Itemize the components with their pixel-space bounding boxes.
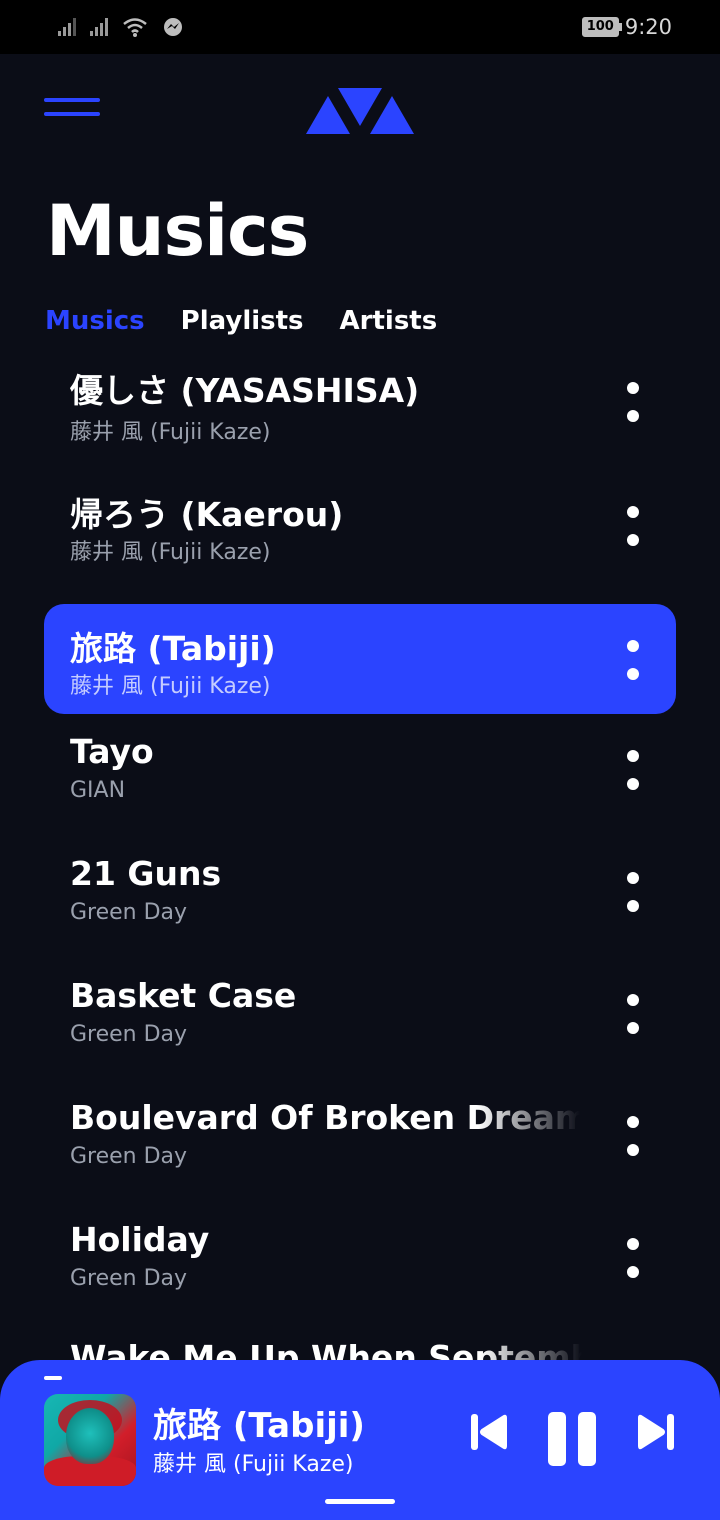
more-vert-icon[interactable] — [626, 382, 640, 422]
more-vert-icon[interactable] — [626, 640, 640, 680]
song-title: Tayo — [70, 732, 154, 771]
song-title: 帰ろう (Kaerou) — [70, 495, 344, 534]
status-bar: 100 9:20 — [0, 0, 720, 54]
page-title: Musics — [46, 190, 309, 272]
skip-next-icon[interactable] — [637, 1412, 675, 1452]
status-icons-right: 100 9:20 — [581, 15, 672, 39]
more-vert-icon[interactable] — [626, 750, 640, 790]
app-logo — [306, 88, 414, 134]
drag-handle[interactable] — [44, 1376, 62, 1380]
battery-indicator: 100 — [581, 17, 622, 37]
song-row[interactable]: Tayo GIAN — [44, 726, 676, 836]
menu-icon[interactable] — [44, 98, 100, 124]
song-artist: Green Day — [70, 900, 188, 925]
tab-musics[interactable]: Musics — [45, 306, 145, 336]
song-title: 優しさ (YASASHISA) — [70, 371, 420, 410]
song-title: Holiday — [70, 1220, 210, 1259]
song-title: Basket Case — [70, 976, 297, 1015]
clock: 9:20 — [624, 15, 672, 39]
song-artist: 藤井 風 (Fujii Kaze) — [70, 420, 271, 445]
more-vert-icon[interactable] — [626, 872, 640, 912]
song-row-active[interactable]: 旅路 (Tabiji) 藤井 風 (Fujii Kaze) — [44, 604, 676, 714]
skip-previous-icon[interactable] — [470, 1412, 508, 1452]
song-row[interactable]: Boulevard Of Broken Dreams Green Day — [44, 1092, 676, 1202]
more-vert-icon[interactable] — [626, 506, 640, 546]
song-artist: GIAN — [70, 778, 126, 803]
song-row[interactable]: 優しさ (YASASHISA) 藤井 風 (Fujii Kaze) — [44, 360, 676, 470]
song-list: 優しさ (YASASHISA) 藤井 風 (Fujii Kaze) 帰ろう (K… — [44, 360, 676, 1336]
status-icons-left — [58, 16, 184, 38]
album-cover — [44, 1394, 136, 1486]
pause-icon[interactable] — [548, 1412, 596, 1466]
signal-icon — [58, 18, 76, 36]
song-artist: 藤井 風 (Fujii Kaze) — [70, 674, 271, 699]
tab-playlists[interactable]: Playlists — [181, 306, 304, 336]
song-title: Boulevard Of Broken Dreams — [70, 1098, 580, 1137]
home-indicator — [325, 1499, 395, 1504]
more-vert-icon[interactable] — [626, 1116, 640, 1156]
mini-player[interactable]: 旅路 (Tabiji) 藤井 風 (Fujii Kaze) — [0, 1360, 720, 1520]
more-vert-icon[interactable] — [626, 1238, 640, 1278]
song-artist: Green Day — [70, 1144, 188, 1169]
signal-icon-2 — [90, 18, 108, 36]
song-row[interactable]: 帰ろう (Kaerou) 藤井 風 (Fujii Kaze) — [44, 482, 676, 592]
song-artist: Green Day — [70, 1022, 188, 1047]
wifi-icon — [123, 18, 147, 37]
now-playing-artist: 藤井 風 (Fujii Kaze) — [153, 1452, 354, 1477]
song-row[interactable]: Holiday Green Day — [44, 1214, 676, 1324]
now-playing-title: 旅路 (Tabiji) — [153, 1406, 365, 1446]
messenger-icon — [164, 18, 182, 36]
song-artist: Green Day — [70, 1266, 188, 1291]
song-row[interactable]: Basket Case Green Day — [44, 970, 676, 1080]
tab-bar: Musics Playlists Artists — [45, 306, 437, 336]
top-bar — [0, 84, 720, 144]
song-artist: 藤井 風 (Fujii Kaze) — [70, 540, 271, 565]
song-title: 21 Guns — [70, 854, 222, 893]
tab-artists[interactable]: Artists — [340, 306, 438, 336]
more-vert-icon[interactable] — [626, 994, 640, 1034]
song-title: 旅路 (Tabiji) — [70, 629, 276, 668]
song-row[interactable]: 21 Guns Green Day — [44, 848, 676, 958]
